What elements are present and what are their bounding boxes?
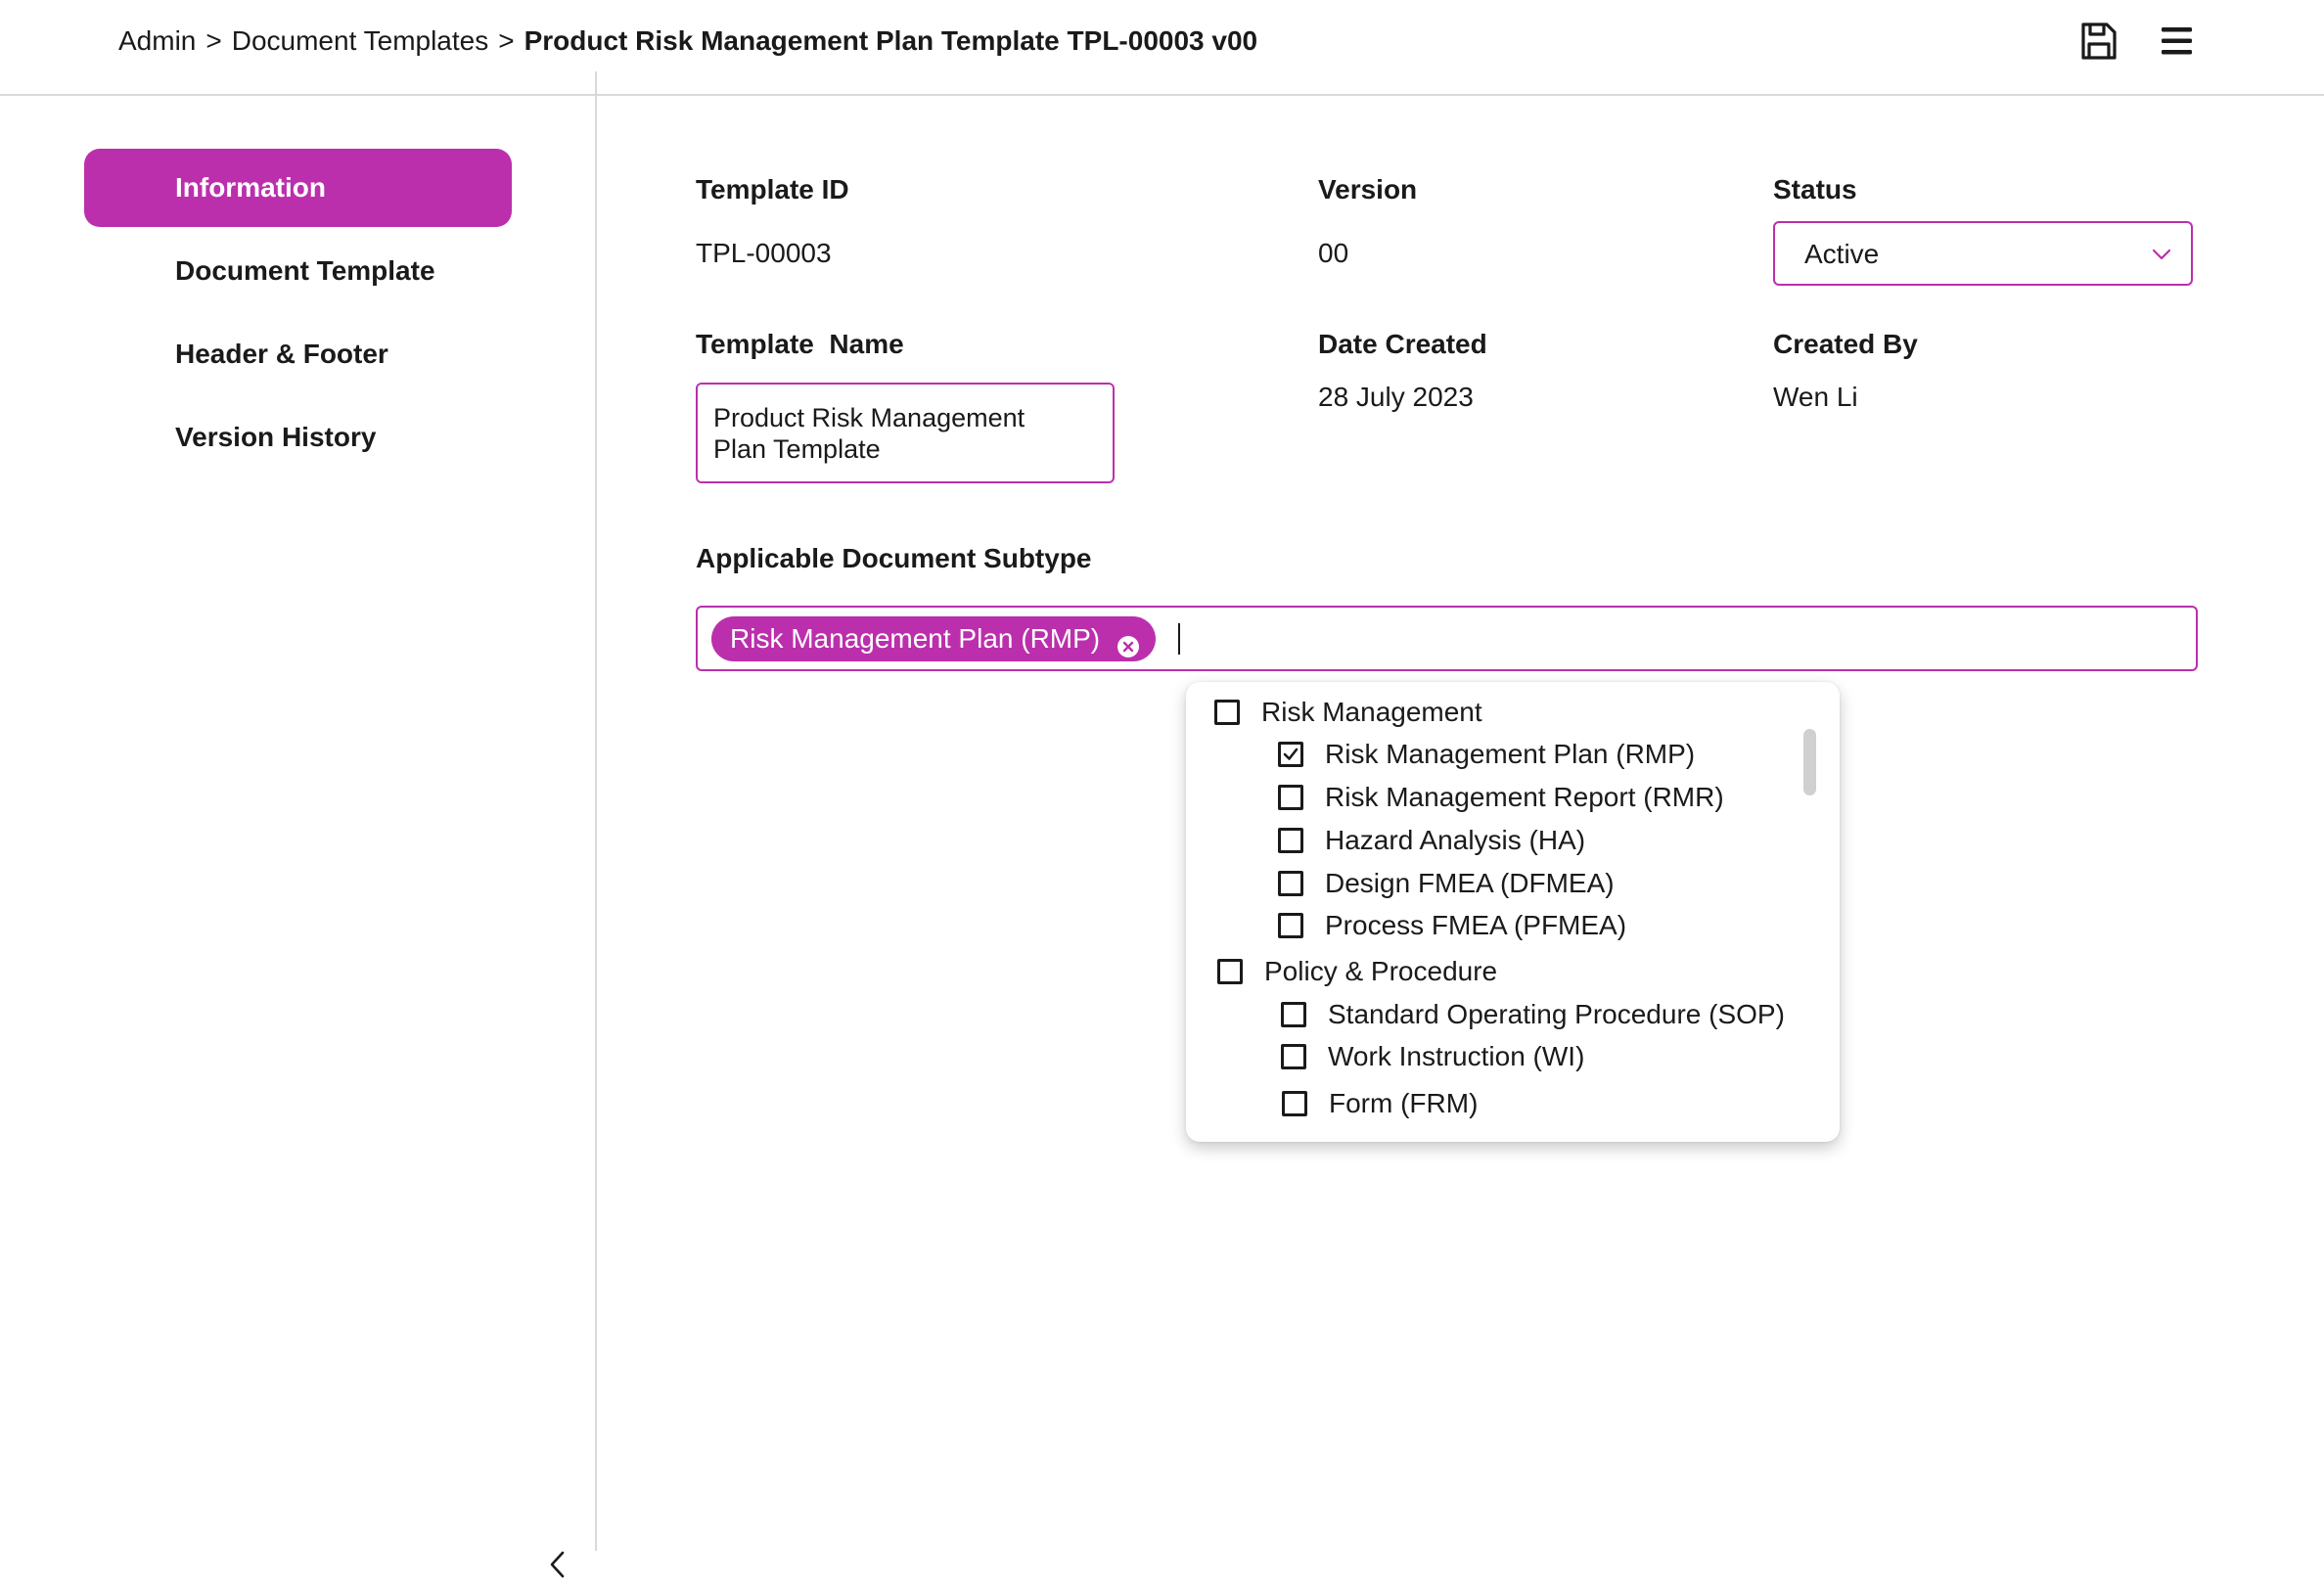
checkbox[interactable] (1278, 785, 1303, 810)
breadcrumb-admin[interactable]: Admin (118, 25, 196, 56)
version-value: 00 (1318, 238, 1349, 268)
subtype-chip: Risk Management Plan (RMP) (711, 616, 1156, 661)
template-name-label: Template Name (696, 329, 904, 359)
checkbox-checked[interactable] (1278, 742, 1303, 767)
template-id-label: Template ID (696, 174, 849, 204)
sidebar-item-information[interactable]: Information (84, 149, 512, 227)
status-label: Status (1773, 174, 1857, 204)
checkbox[interactable] (1214, 700, 1240, 725)
group-option-label: Risk Management (1261, 697, 1482, 727)
checkbox[interactable] (1278, 828, 1303, 853)
group-option-label: Policy & Procedure (1264, 956, 1498, 986)
sidebar-item-version-history[interactable]: Version History (84, 398, 512, 476)
breadcrumb: Admin > Document Templates > Product Risk Ma… (118, 23, 1257, 59)
template-name-input[interactable] (696, 383, 1115, 483)
checkbox[interactable] (1278, 871, 1303, 896)
sidebar: Information Document Template Header & F… (0, 71, 597, 1578)
version-label: Version (1318, 174, 1418, 204)
option-label: Risk Management Plan (RMP) (1325, 739, 1696, 769)
hamburger-menu-icon[interactable] (2154, 18, 2201, 65)
created-by-value: Wen Li (1773, 382, 1858, 412)
option-label: Form (FRM) (1329, 1088, 1479, 1118)
sidebar-item-header-footer[interactable]: Header & Footer (84, 315, 512, 393)
dropdown-scrollbar[interactable] (1803, 729, 1816, 795)
checkbox[interactable] (1281, 1044, 1306, 1069)
breadcrumb-separator: > (205, 25, 222, 56)
breadcrumb-separator: > (498, 25, 515, 56)
checkmark-icon (1283, 748, 1299, 760)
template-id-value: TPL-00003 (696, 238, 832, 268)
sidebar-item-document-template[interactable]: Document Template (84, 232, 512, 310)
option-label: Process FMEA (PFMEA) (1325, 910, 1627, 940)
subtype-multiselect-input[interactable]: Risk Management Plan (RMP) (696, 606, 2198, 671)
chevron-left-icon[interactable] (543, 1547, 572, 1582)
save-icon[interactable] (2074, 18, 2121, 65)
option-label: Hazard Analysis (HA) (1325, 825, 1586, 855)
date-created-value: 28 July 2023 (1318, 382, 1474, 412)
subtype-dropdown: Risk Management Risk Management Plan (RM… (1186, 682, 1840, 1142)
checkbox[interactable] (1282, 1091, 1307, 1116)
close-circle-icon[interactable] (1116, 627, 1140, 657)
breadcrumb-document-templates[interactable]: Document Templates (232, 25, 489, 56)
subtype-chip-label: Risk Management Plan (RMP) (730, 623, 1101, 654)
option-label: Standard Operating Procedure (SOP) (1328, 999, 1785, 1029)
status-value: Active (1804, 239, 1880, 269)
checkbox[interactable] (1278, 913, 1303, 938)
status-select[interactable]: Active (1773, 221, 2193, 286)
date-created-label: Date Created (1318, 329, 1487, 359)
option-label: Work Instruction (WI) (1328, 1041, 1585, 1071)
checkbox[interactable] (1217, 959, 1243, 984)
text-caret (1178, 623, 1180, 655)
subtype-label: Applicable Document Subtype (696, 543, 1092, 573)
checkbox[interactable] (1281, 1002, 1306, 1027)
created-by-label: Created By (1773, 329, 1918, 359)
breadcrumb-current: Product Risk Management Plan Template TP… (524, 25, 1258, 56)
option-label: Design FMEA (DFMEA) (1325, 868, 1615, 898)
chevron-down-icon (2150, 243, 2173, 266)
option-label: Risk Management Report (RMR) (1325, 782, 1724, 812)
